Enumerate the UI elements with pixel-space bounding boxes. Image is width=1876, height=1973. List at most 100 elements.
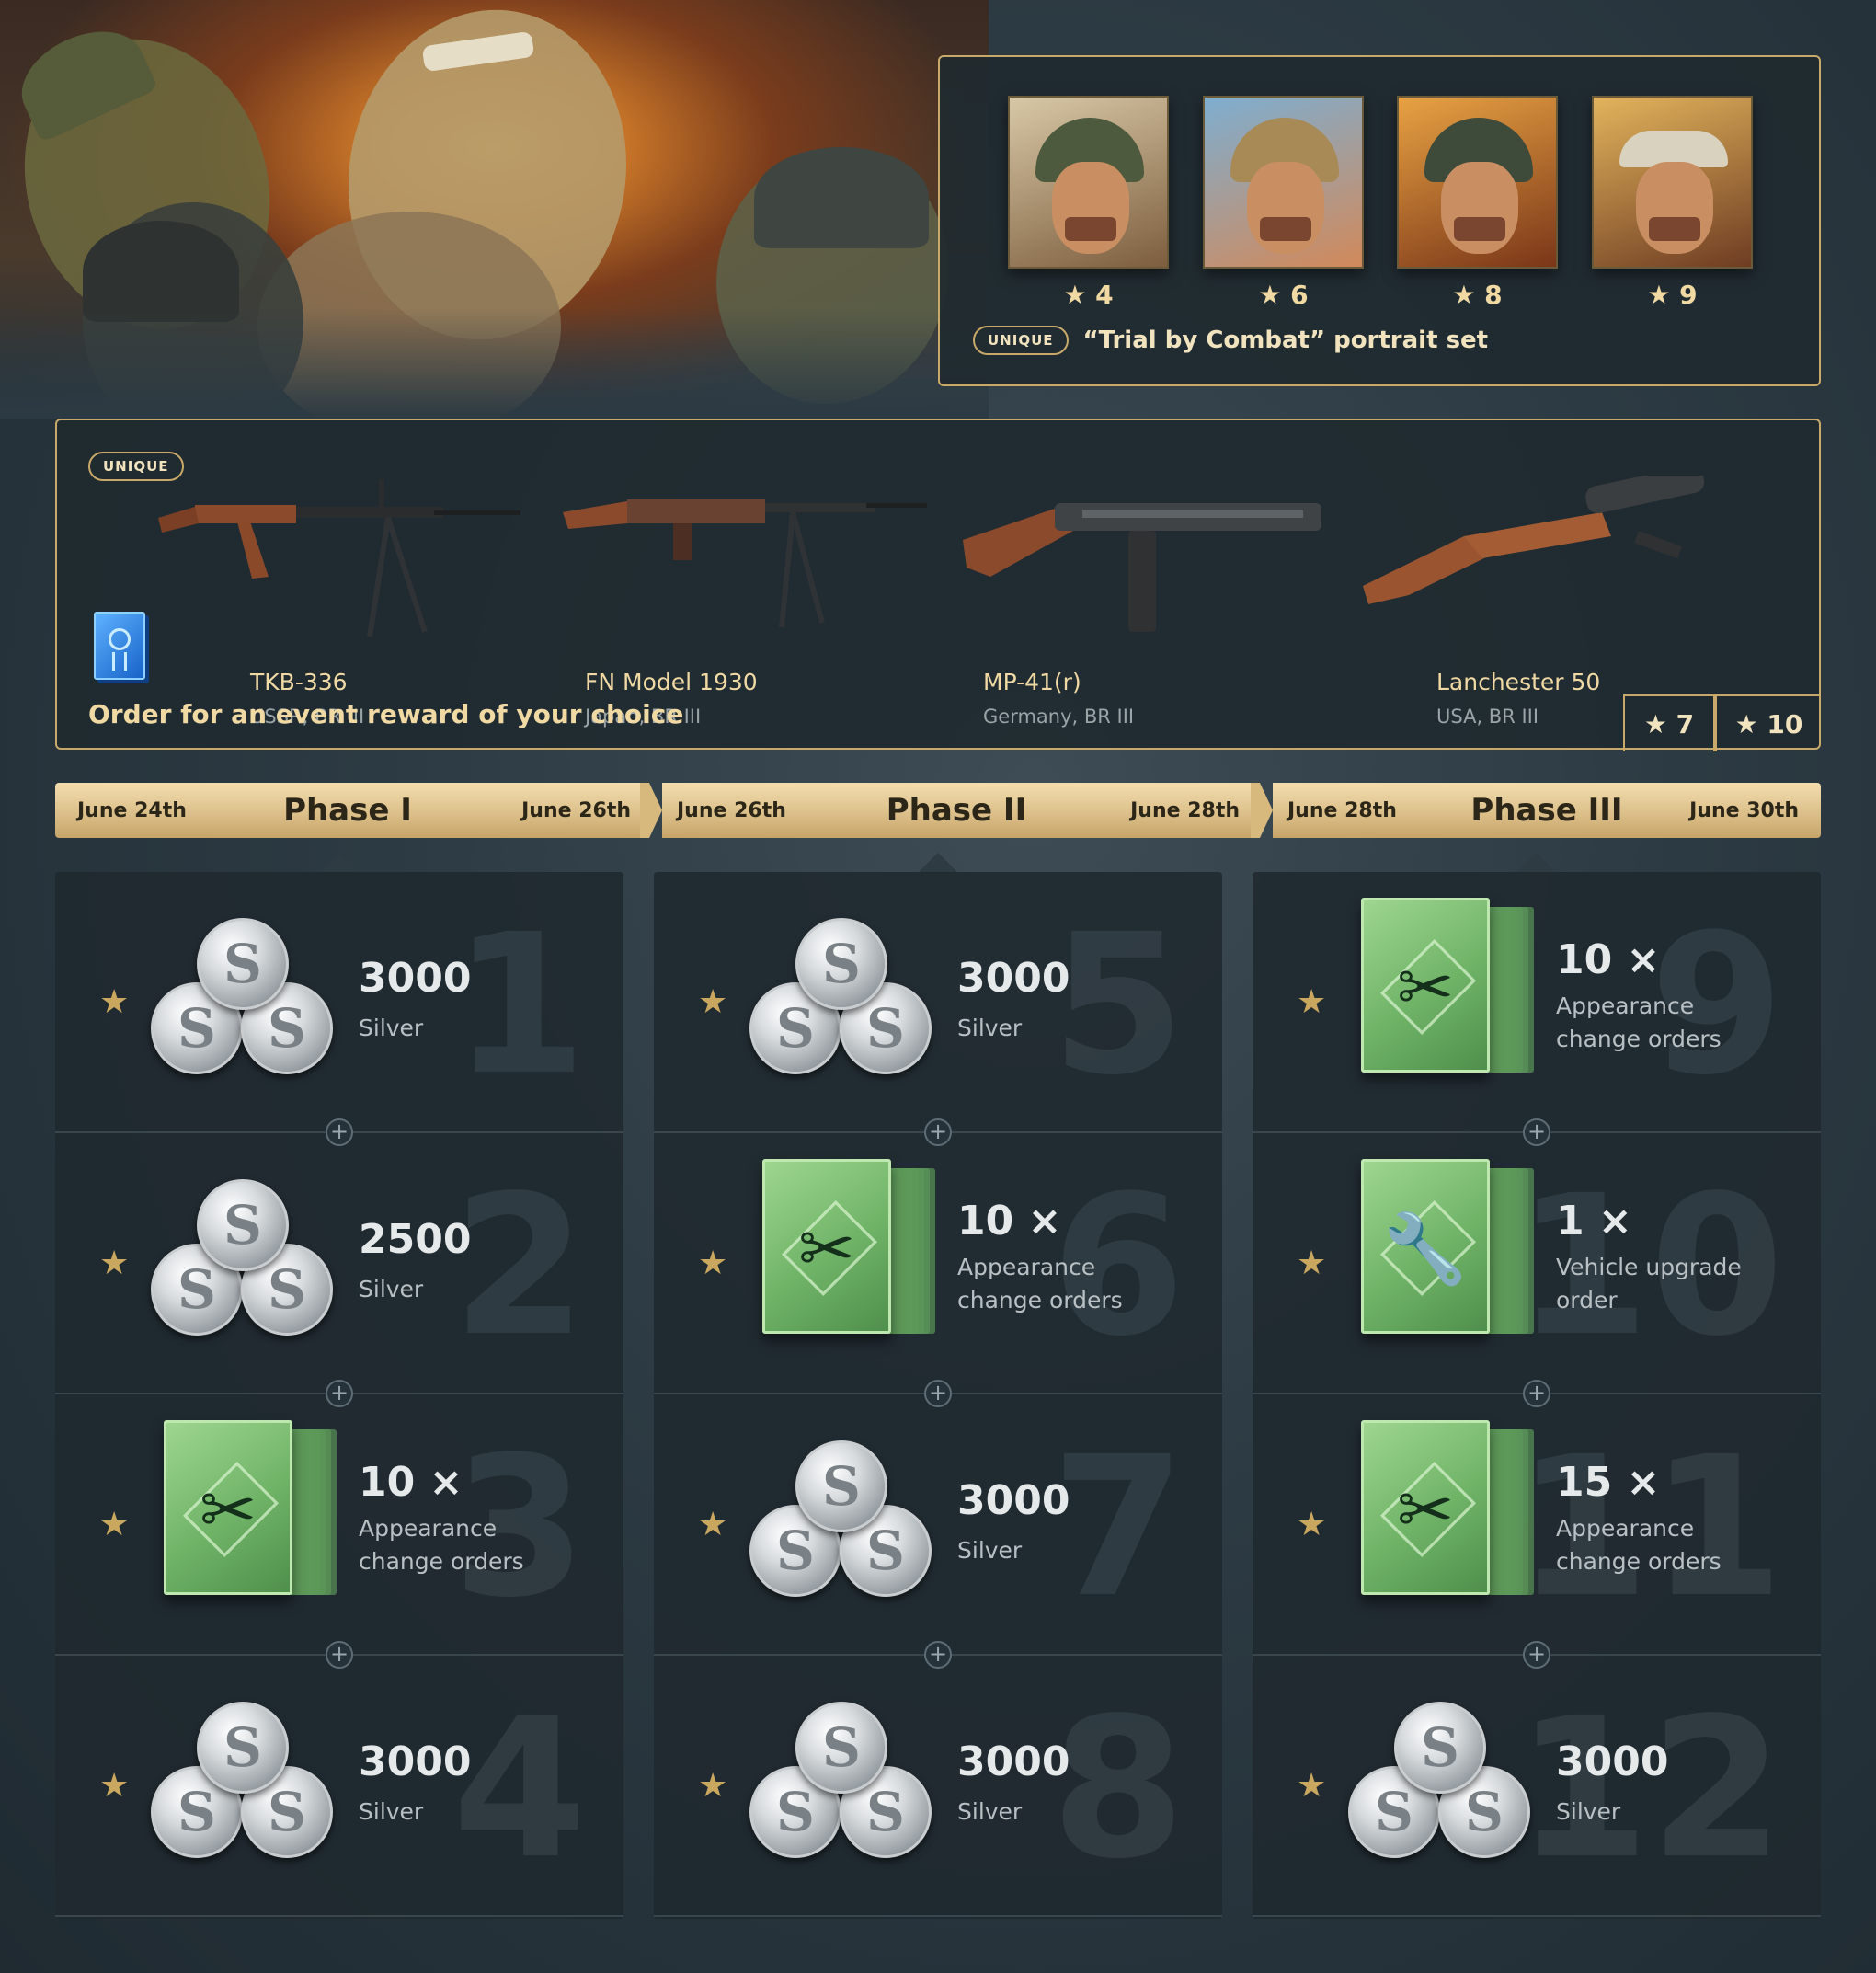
weapon-nation-br: USA, BR III xyxy=(1436,705,1539,728)
weapon-tkb-336[interactable]: TKB-336 USSR, BR III xyxy=(158,476,526,728)
reward-label: Silver xyxy=(957,1537,1023,1564)
appearance-order-icon: ✂ xyxy=(762,1159,946,1343)
phase-2-header[interactable]: June 26th Phase II June 28th xyxy=(662,783,1251,838)
reward-amount: 3000 xyxy=(957,1738,1070,1785)
phase-3-header[interactable]: June 28th Phase III June 30th xyxy=(1273,783,1821,838)
silver-coins-icon: SSS xyxy=(1348,1702,1532,1867)
phase-1-pointer xyxy=(320,853,360,873)
reward-index: 1 xyxy=(452,892,587,1118)
reward-label: Appearance change orders xyxy=(957,1254,1123,1313)
reward-label: Silver xyxy=(359,1015,424,1041)
unique-badge: UNIQUE xyxy=(973,326,1069,355)
phase-2-rewards: 5 ★ S S S 3000 Silver 6 ★ ✂ 10 × Appearance change … xyxy=(654,872,1222,1919)
portrait-3[interactable] xyxy=(1397,96,1558,269)
reward-amount: 3000 xyxy=(359,955,472,1002)
reward-amount: 3000 xyxy=(359,1738,472,1785)
plus-icon: + xyxy=(1523,1641,1550,1669)
reward-amount: 10 × xyxy=(957,1198,1062,1245)
phase-end-date: June 30th xyxy=(1689,798,1799,822)
chevron-right-icon xyxy=(640,783,662,838)
star-icon: ★ xyxy=(698,1766,728,1804)
reward-label: Appearance change orders xyxy=(1556,1515,1722,1575)
silver-coins-icon: SSS xyxy=(749,1702,933,1867)
phase-end-date: June 28th xyxy=(1130,798,1240,822)
weapon-lanchester-50[interactable]: Lanchester 50 USA, BR III xyxy=(1363,476,1731,728)
portrait-set-panel: ★ 4 ★ 6 ★ 8 ★ 9 UNIQUE “Trial by Combat”… xyxy=(938,55,1821,386)
weapon-name: Lanchester 50 xyxy=(1436,669,1601,695)
reward-cell[interactable]: 9 ★ ✂ 10 × Appearance change orders xyxy=(1253,872,1821,1133)
plus-icon: + xyxy=(1523,1380,1550,1407)
reward-cell[interactable]: 4 ★ S S S 3000 Silver xyxy=(55,1656,623,1917)
reward-cell[interactable]: 12 ★ S S S 3000 Silver xyxy=(1253,1656,1821,1917)
silver-coins-icon: SSS xyxy=(151,1702,335,1867)
reward-cell[interactable]: 3 ★ ✂ 10 × Appearance change orders xyxy=(55,1394,623,1656)
plus-icon: + xyxy=(326,1118,353,1146)
portrait-1-star-cost: ★ 4 xyxy=(1063,280,1114,310)
plus-icon: + xyxy=(1523,1118,1550,1146)
star-icon: ★ xyxy=(99,1505,130,1543)
star-icon: ★ xyxy=(99,1244,130,1281)
reward-label: Silver xyxy=(359,1276,424,1302)
portrait-set-title: “Trial by Combat” portrait set xyxy=(1082,327,1489,354)
phase-2-pointer xyxy=(918,853,958,873)
reward-cell[interactable]: 2 ★ S S S 2500 Silver xyxy=(55,1133,623,1394)
silver-coins-icon: SSS xyxy=(749,1440,933,1606)
event-reward-order-icon xyxy=(94,612,145,680)
portrait-1[interactable] xyxy=(1008,96,1169,269)
star-icon: ★ xyxy=(698,982,728,1020)
event-reward-order-text: Order for an event reward of your choice xyxy=(88,699,684,729)
silver-coins-icon: SSS xyxy=(151,918,335,1084)
silver-coins-icon: SSS xyxy=(749,918,933,1084)
star-icon: ★ xyxy=(1297,982,1327,1020)
weapon-fn-model-1930[interactable]: FN Model 1930 Japan, BR III xyxy=(563,476,931,728)
reward-index: 5 xyxy=(1050,892,1185,1118)
reward-amount: 15 × xyxy=(1556,1459,1661,1506)
appearance-order-icon: ✂ xyxy=(1361,898,1545,1082)
weapon-name: MP-41(r) xyxy=(983,669,1081,695)
reward-label: Silver xyxy=(1556,1798,1621,1825)
reward-cell[interactable]: 8 ★ S S S 3000 Silver xyxy=(654,1656,1222,1917)
phase-3-rewards: 9 ★ ✂ 10 × Appearance change orders 10 ★ 🔧 1 × Ve… xyxy=(1253,872,1821,1919)
reward-cell[interactable]: 6 ★ ✂ 10 × Appearance change orders xyxy=(654,1133,1222,1394)
reward-cell[interactable]: 1 ★ S S S 3000 Silver xyxy=(55,872,623,1133)
reward-index: 2 xyxy=(452,1153,587,1379)
weapon-name: FN Model 1930 xyxy=(585,669,758,695)
reward-cell[interactable]: 5 ★ S S S 3000 Silver xyxy=(654,872,1222,1133)
silver-coins-icon: SSS xyxy=(151,1179,335,1345)
phase-timeline: June 24th Phase I June 26th June 26th Ph… xyxy=(55,783,1821,838)
phase-1-rewards: 1 ★ S S S 3000 Silver 2 ★ S S S 2500 Silver 3 ★ ✂ 10 × App… xyxy=(55,872,623,1919)
plus-icon: + xyxy=(326,1380,353,1407)
reward-cell[interactable]: 10 ★ 🔧 1 × Vehicle upgrade order xyxy=(1253,1133,1821,1394)
star-icon: ★ xyxy=(1297,1244,1327,1281)
portrait-2[interactable] xyxy=(1203,96,1364,269)
reward-index: 4 xyxy=(452,1676,587,1901)
reward-amount: 3000 xyxy=(1556,1738,1669,1785)
plus-icon: + xyxy=(924,1118,952,1146)
chevron-right-icon xyxy=(1251,783,1273,838)
star-icon: ★ xyxy=(99,982,130,1020)
star-icon: ★ xyxy=(1297,1766,1327,1804)
star-icon: ★ xyxy=(698,1505,728,1543)
weapon-name: TKB-336 xyxy=(250,669,348,695)
portrait-2-star-cost: ★ 6 xyxy=(1258,280,1309,310)
star-icon: ★ xyxy=(698,1244,728,1281)
reward-label: Silver xyxy=(359,1798,424,1825)
portrait-4[interactable] xyxy=(1592,96,1753,269)
star-icon: ★ xyxy=(1297,1505,1327,1543)
reward-label: Silver xyxy=(957,1015,1023,1041)
plus-icon: + xyxy=(924,1641,952,1669)
reward-cell[interactable]: 7 ★ S S S 3000 Silver xyxy=(654,1394,1222,1656)
phase-1-header[interactable]: June 24th Phase I June 26th xyxy=(55,783,640,838)
weapon-reward-panel: UNIQUE TKB-336 USSR, BR III FN Model 193… xyxy=(55,419,1821,751)
phase-end-date: June 26th xyxy=(521,798,631,822)
reward-cell[interactable]: 11 ★ ✂ 15 × Appearance change orders xyxy=(1253,1394,1821,1656)
phase-3-pointer xyxy=(1516,853,1556,873)
reward-amount: 1 × xyxy=(1556,1198,1632,1245)
weapon-mp-41r[interactable]: MP-41(r) Germany, BR III xyxy=(963,476,1331,728)
star-cost-7: ★ 7 xyxy=(1623,694,1715,751)
weapon-nation-br: Germany, BR III xyxy=(983,705,1135,728)
reward-amount: 3000 xyxy=(957,955,1070,1002)
reward-label: Vehicle upgrade order xyxy=(1556,1254,1742,1313)
plus-icon: + xyxy=(326,1641,353,1669)
appearance-order-icon: ✂ xyxy=(1361,1420,1545,1604)
